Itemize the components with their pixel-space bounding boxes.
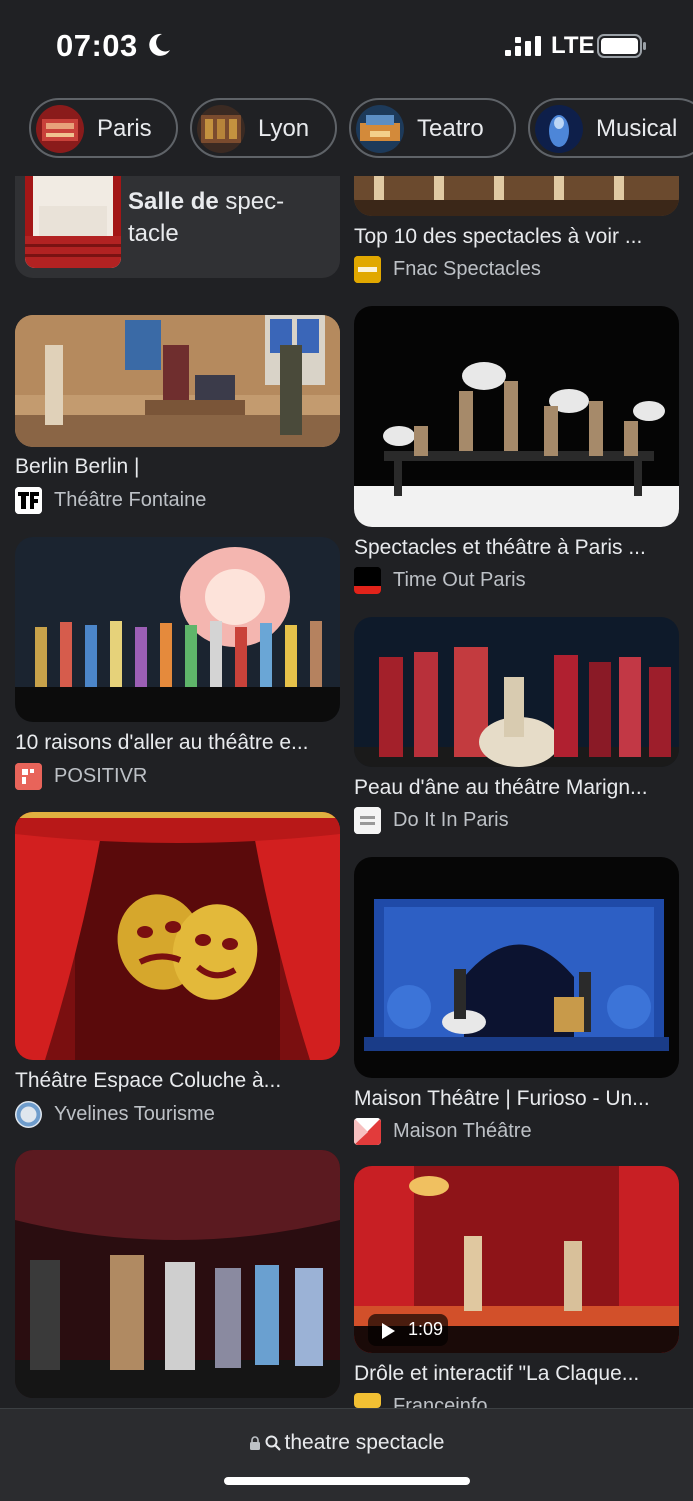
positivr-favicon bbox=[15, 763, 42, 790]
video-duration-badge: 1:09 bbox=[368, 1314, 448, 1346]
chip-lyon[interactable]: Lyon bbox=[190, 98, 337, 158]
chip-musical[interactable]: Musical bbox=[528, 98, 693, 158]
result-source: Théâtre Fontaine bbox=[54, 489, 207, 511]
chip-teatro[interactable]: Teatro bbox=[349, 98, 516, 158]
chip-label: Teatro bbox=[417, 115, 484, 142]
result-source: Time Out Paris bbox=[393, 569, 526, 591]
franceinfo-favicon bbox=[354, 1393, 381, 1408]
result-title: 10 raisons d'aller au théâtre e... bbox=[15, 731, 309, 754]
result-image bbox=[354, 617, 679, 767]
result-title: Drôle et interactif "La Claque... bbox=[354, 1362, 640, 1385]
result-title: Spectacles et théâtre à Paris ... bbox=[354, 536, 646, 559]
chip-thumbnail bbox=[535, 105, 583, 153]
result-image bbox=[15, 537, 340, 722]
address-bar: theatre spectacle bbox=[0, 1408, 693, 1501]
chip-thumbnail bbox=[197, 105, 245, 153]
result-title: Top 10 des spectacles à voir ... bbox=[354, 225, 643, 248]
home-indicator[interactable] bbox=[224, 1477, 470, 1485]
result-title: Peau d'âne au théâtre Marign... bbox=[354, 776, 648, 799]
search-icon bbox=[265, 1435, 281, 1451]
result-image bbox=[25, 176, 121, 268]
fnac-favicon bbox=[354, 256, 381, 283]
status-time: 07:03 bbox=[56, 28, 138, 63]
result-source: Maison Théâtre bbox=[393, 1120, 532, 1142]
status-bar: 07:03 LTE bbox=[0, 0, 693, 92]
result-image bbox=[354, 306, 679, 527]
battery-icon bbox=[597, 34, 646, 58]
yvelines-tourisme-favicon bbox=[15, 1101, 42, 1128]
chip-paris[interactable]: Paris bbox=[29, 98, 178, 158]
result-source: Yvelines Tourisme bbox=[54, 1103, 215, 1125]
play-icon bbox=[382, 1323, 395, 1339]
result-image bbox=[354, 857, 679, 1078]
network-type: LTE bbox=[551, 32, 595, 59]
maison-theatre-favicon bbox=[354, 1118, 381, 1145]
result-image bbox=[15, 1150, 340, 1398]
time-out-favicon bbox=[354, 567, 381, 594]
result-title: Théâtre Espace Coluche à... bbox=[15, 1069, 282, 1092]
result-title: Maison Théâtre | Furioso - Un... bbox=[354, 1087, 650, 1110]
moon-icon bbox=[149, 33, 170, 56]
filter-chips: Paris Lyon Teatro Musical bbox=[0, 98, 693, 162]
result-source: Fnac Spectacles bbox=[393, 258, 541, 280]
result-source: Do It In Paris bbox=[393, 809, 509, 831]
theatre-fontaine-favicon bbox=[15, 487, 42, 514]
chip-label: Lyon bbox=[258, 115, 310, 142]
signal-icon bbox=[505, 36, 541, 56]
search-query: theatre spectacle bbox=[284, 1431, 445, 1454]
salle-de-spectacle-card[interactable]: Salle de spec-tacle bbox=[15, 176, 340, 278]
result-source: POSITIVR bbox=[54, 765, 148, 787]
result-title: Berlin Berlin | bbox=[15, 455, 140, 478]
result-image bbox=[15, 812, 340, 1060]
result-source: Franceinfo bbox=[393, 1395, 488, 1408]
salle-card-title: Salle de spec-tacle bbox=[128, 188, 285, 247]
chip-thumbnail bbox=[36, 105, 84, 153]
chip-label: Paris bbox=[97, 115, 152, 142]
result-image bbox=[15, 315, 340, 447]
chip-thumbnail bbox=[356, 105, 404, 153]
do-it-in-paris-favicon bbox=[354, 807, 381, 834]
address-bar-url[interactable]: theatre spectacle bbox=[0, 1431, 693, 1455]
lock-icon bbox=[249, 1436, 260, 1450]
video-duration: 1:09 bbox=[408, 1319, 444, 1339]
result-image bbox=[354, 176, 679, 216]
chip-label: Musical bbox=[596, 115, 678, 142]
